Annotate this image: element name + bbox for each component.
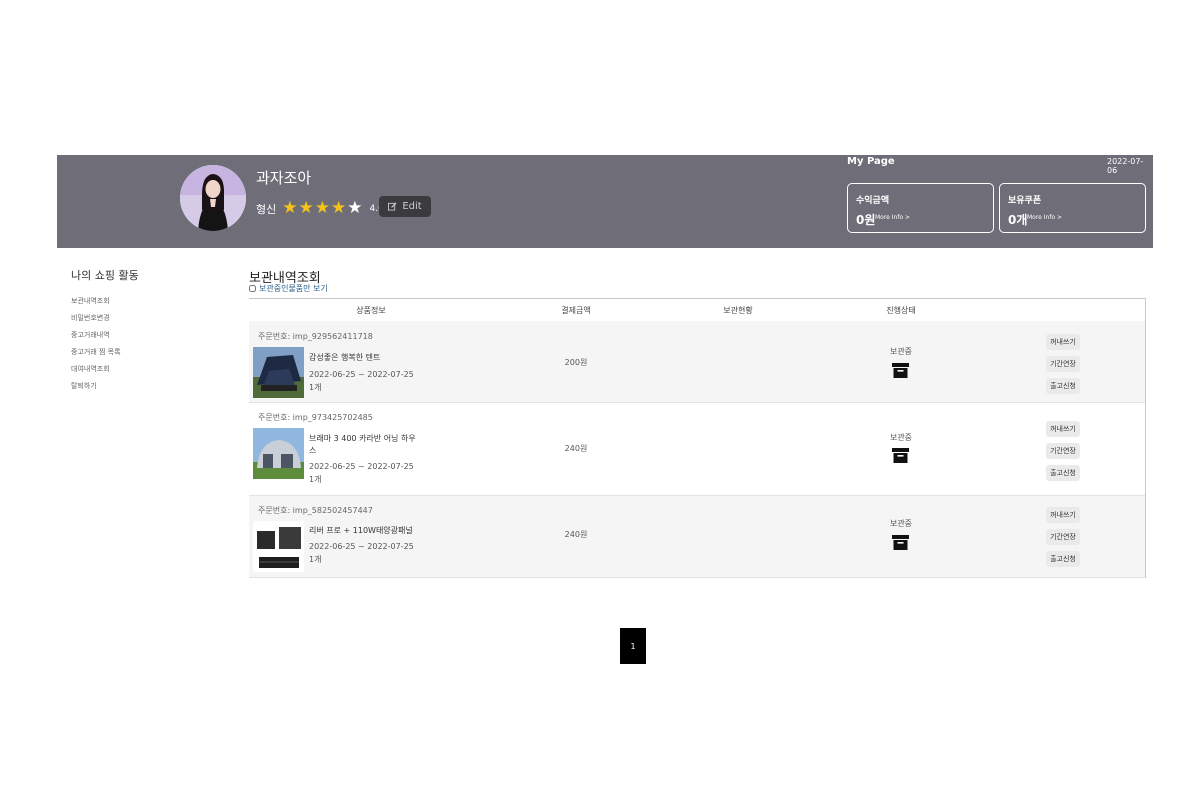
product-thumbnail[interactable] [253,428,304,479]
progress-status: 보관중 [889,433,913,442]
row-actions: 꺼내쓰기 기간연장 출고신청 [1046,421,1080,481]
product-name[interactable]: 리버 프로 + 110W태양광패널 [309,525,419,537]
edit-icon [388,202,397,211]
row-actions: 꺼내쓰기 기간연장 출고신청 [1046,507,1080,567]
sidebar-item-used-trade-wishlist[interactable]: 중고거래 찜 목록 [71,348,121,365]
star-icon: ★ [331,198,347,218]
profile-header: 과자조아 형신 ★ ★ ★ ★ ★ 4.0 Edit My Page 2022-07-0… [57,155,1153,248]
earnings-card: 수익금액 0원 More Info > [847,183,994,233]
sidebar-item-change-password[interactable]: 비밀번호변경 [71,314,121,331]
column-header-progress: 진행상태 [886,306,916,315]
coupon-value: 0개 [1008,213,1028,227]
storage-period: 2022-06-25 ~ 2022-07-25 [309,462,414,471]
filter-label: 보관중인물품만 보기 [259,284,328,293]
rating-row: 형신 ★ ★ ★ ★ ★ 4.0 [256,200,384,217]
table-header: 상품정보 결제금액 보관현황 진행상태 [249,298,1145,322]
storage-table: 상품정보 결제금액 보관현황 진행상태 주문번호: imp_9295624117… [249,298,1146,578]
archive-box-icon [892,363,909,378]
avatar [180,165,246,231]
earnings-more-info-link[interactable]: More Info > [875,214,910,221]
star-icon: ★ [298,198,314,218]
order-number: 주문번호: imp_582502457447 [258,506,373,515]
progress-status: 보관중 [889,347,913,356]
earnings-value: 0원 [856,213,876,227]
coupon-more-info-link[interactable]: More Info > [1027,214,1062,221]
sidebar-item-storage-history[interactable]: 보관내역조회 [71,297,121,314]
edit-label: Edit [402,201,422,212]
edit-profile-button[interactable]: Edit [379,196,431,217]
table-row: 주문번호: imp_929562411718 감성좋은 행복한 텐트 2022-… [249,321,1145,403]
sidebar-item-used-trade-history[interactable]: 중고거래내역 [71,331,121,348]
rating-stars: ★ ★ ★ ★ ★ [282,200,362,217]
progress-status: 보관중 [889,519,913,528]
product-name[interactable]: 브래마 3 400 카라반 어닝 하우스 [309,433,419,457]
sidebar-item-withdraw[interactable]: 탈퇴하기 [71,382,121,399]
coupon-card: 보유쿠폰 0개 More Info > [999,183,1146,233]
quantity: 1개 [309,555,322,564]
order-number: 주문번호: imp_973425702485 [258,413,373,422]
shipping-request-button[interactable]: 출고신청 [1046,378,1080,394]
product-thumbnail[interactable] [253,521,304,572]
sidebar-menu: 보관내역조회 비밀번호변경 중고거래내역 중고거래 찜 목록 대여내역조회 탈퇴… [71,297,121,399]
take-out-button[interactable]: 꺼내쓰기 [1046,507,1080,523]
archive-box-icon [892,535,909,550]
extend-period-button[interactable]: 기간연장 [1046,443,1080,459]
table-row: 주문번호: imp_973425702485 브래마 3 400 카라반 어닝 … [249,403,1145,496]
coupon-title: 보유쿠폰 [1008,196,1042,206]
star-icon: ★ [347,198,363,218]
table-row: 주문번호: imp_582502457447 리버 프로 + 110W태양광패널… [249,496,1145,578]
mypage-title: My Page [847,156,895,167]
shipping-request-button[interactable]: 출고신청 [1046,465,1080,481]
username: 과자조아 [256,169,312,187]
grade-label: 형신 [256,202,277,216]
extend-period-button[interactable]: 기간연장 [1046,356,1080,372]
star-icon: ★ [314,198,330,218]
pagination-page-1[interactable]: 1 [620,628,646,664]
take-out-button[interactable]: 꺼내쓰기 [1046,334,1080,350]
column-header-payment: 결제금액 [561,306,591,315]
sidebar-title: 나의 쇼핑 활동 [71,269,139,282]
checkbox-icon[interactable] [249,285,256,292]
column-header-storage-status: 보관현황 [723,306,753,315]
payment-amount: 240원 [564,530,588,539]
row-actions: 꺼내쓰기 기간연장 출고신청 [1046,334,1080,394]
earnings-title: 수익금액 [856,196,890,206]
quantity: 1개 [309,475,322,484]
header-date: 2022-07-06 [1107,157,1144,175]
product-name[interactable]: 감성좋은 행복한 텐트 [309,352,419,364]
shipping-request-button[interactable]: 출고신청 [1046,551,1080,567]
storage-period: 2022-06-25 ~ 2022-07-25 [309,542,414,551]
take-out-button[interactable]: 꺼내쓰기 [1046,421,1080,437]
product-thumbnail[interactable] [253,347,304,398]
payment-amount: 200원 [564,358,588,367]
payment-amount: 240원 [564,444,588,453]
order-number: 주문번호: imp_929562411718 [258,332,373,341]
sidebar-item-rental-history[interactable]: 대여내역조회 [71,365,121,382]
archive-box-icon [892,448,909,463]
quantity: 1개 [309,383,322,392]
storage-period: 2022-06-25 ~ 2022-07-25 [309,370,414,379]
stored-only-filter[interactable]: 보관중인물품만 보기 [249,283,328,294]
column-header-product: 상품정보 [356,306,386,315]
star-icon: ★ [282,198,298,218]
extend-period-button[interactable]: 기간연장 [1046,529,1080,545]
